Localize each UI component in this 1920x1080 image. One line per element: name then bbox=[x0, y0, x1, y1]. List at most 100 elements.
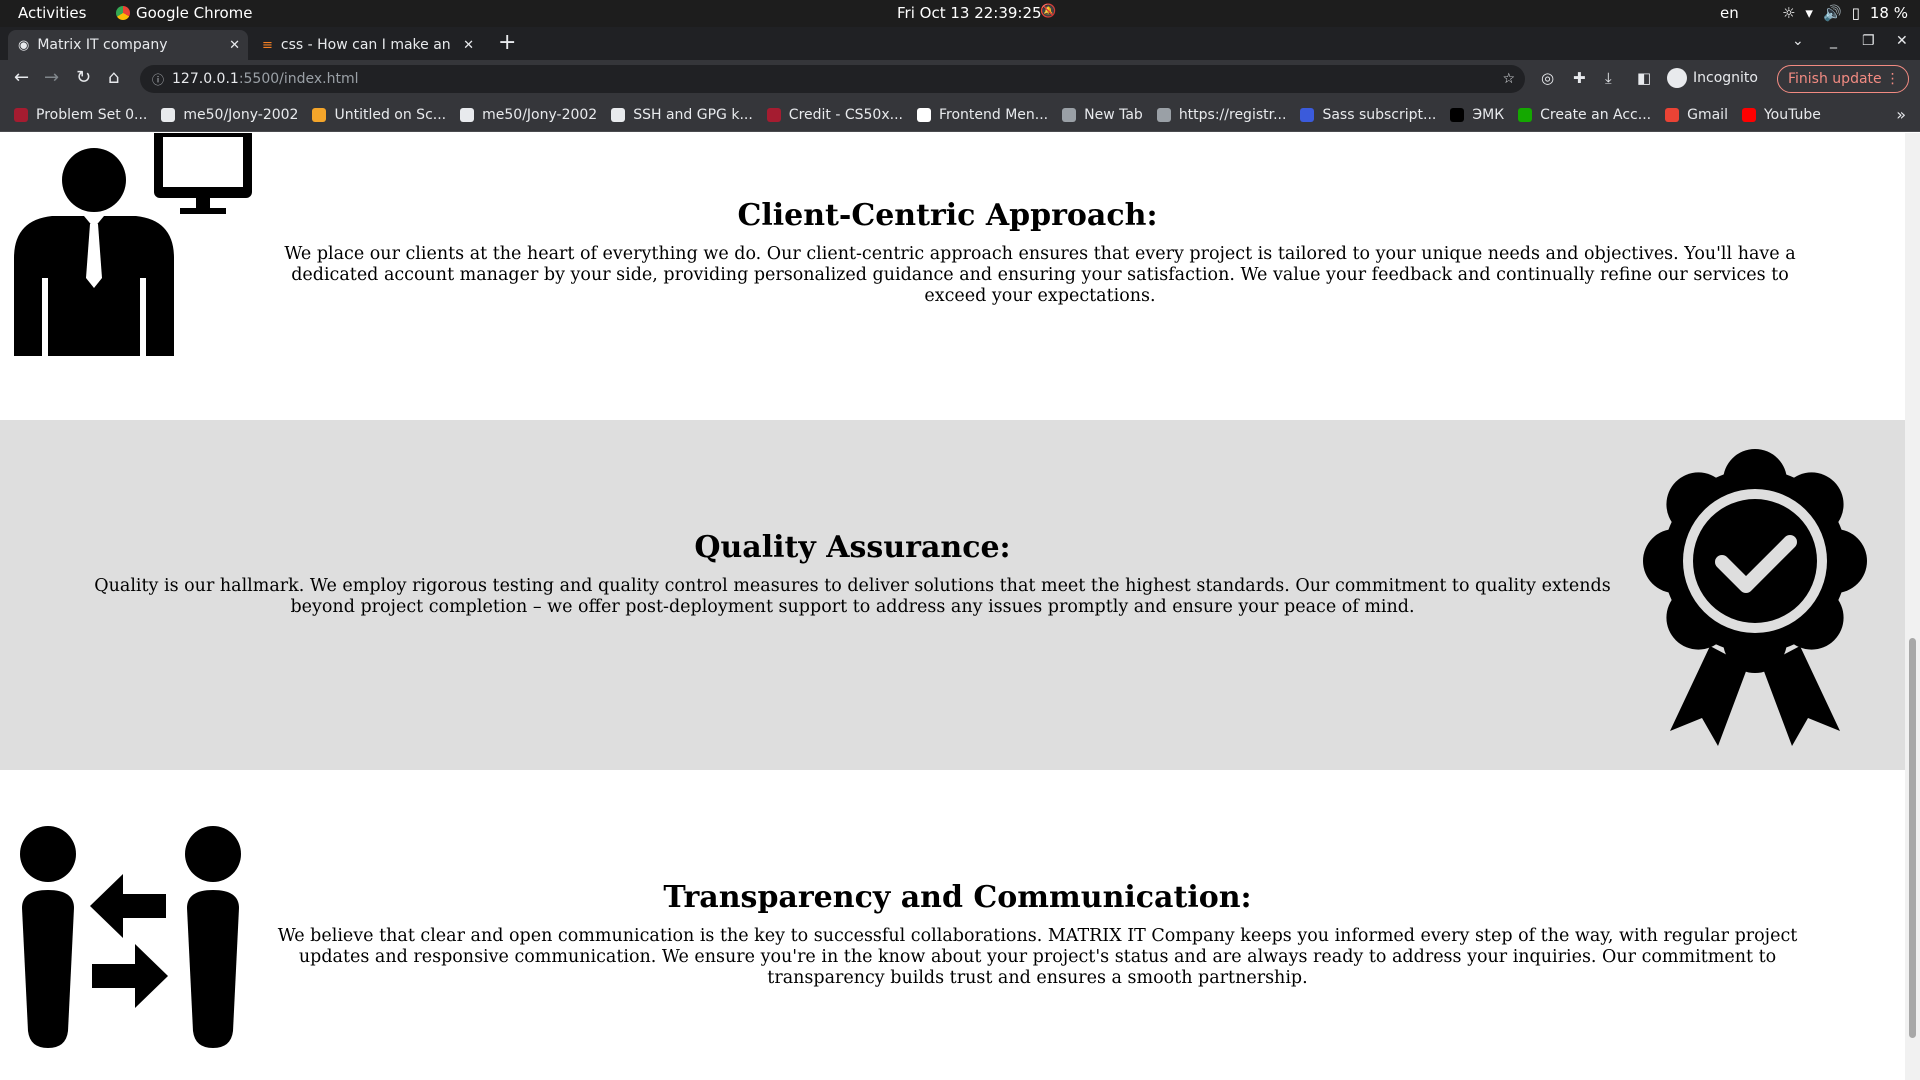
bookmark-label: me50/Jony-2002 bbox=[482, 106, 598, 123]
bookmark-favicon-icon bbox=[14, 107, 28, 122]
section-heading: Client-Centric Approach: bbox=[737, 198, 1158, 233]
finish-update-button[interactable]: Finish update ⋮ bbox=[1777, 65, 1909, 93]
battery-icon: ▯ bbox=[1851, 4, 1860, 22]
bookmark-label: https://registr... bbox=[1178, 106, 1287, 123]
bookmark-item[interactable]: ЭМК bbox=[1450, 107, 1504, 123]
profile-label: Incognito bbox=[1693, 70, 1758, 86]
bookmark-item[interactable]: SSH and GPG k... bbox=[611, 107, 753, 123]
bookmark-label: Sass subscript... bbox=[1322, 106, 1437, 123]
bookmark-favicon-icon bbox=[1062, 107, 1077, 122]
bookmark-label: Create an Acc... bbox=[1540, 106, 1652, 123]
bookmark-item[interactable]: Untitled on Sc... bbox=[312, 107, 446, 123]
bookmark-item[interactable]: Gmail bbox=[1665, 107, 1728, 123]
extensions-puzzle-icon[interactable]: ✚ bbox=[1573, 69, 1586, 87]
section-transparency: Transparency and Communication: We belie… bbox=[0, 770, 1905, 1080]
bookmark-favicon-icon bbox=[1156, 107, 1171, 122]
bookmark-label: Credit - CS50x... bbox=[788, 106, 903, 123]
reload-icon[interactable]: ↻ bbox=[76, 68, 91, 88]
scrollbar-thumb[interactable] bbox=[1909, 638, 1916, 1038]
app-name: Google Chrome bbox=[136, 4, 253, 22]
bookmark-favicon-icon bbox=[611, 107, 626, 122]
incognito-icon bbox=[1667, 68, 1687, 88]
bookmark-item[interactable]: New Tab bbox=[1062, 107, 1143, 123]
bookmark-item[interactable]: Credit - CS50x... bbox=[766, 106, 903, 123]
close-icon[interactable]: ✕ bbox=[463, 38, 474, 53]
system-top-bar: Activities Google Chrome Fri Oct 13 22:3… bbox=[0, 0, 1920, 27]
more-bookmarks-icon[interactable]: » bbox=[1896, 105, 1906, 124]
site-info-icon[interactable]: ⓘ bbox=[152, 71, 164, 88]
communication-icon bbox=[20, 826, 241, 1048]
bookmark-favicon-icon bbox=[766, 107, 781, 122]
activities-button[interactable]: Activities bbox=[18, 4, 86, 22]
bookmark-item[interactable]: Sass subscript... bbox=[1300, 107, 1436, 123]
tab-matrix[interactable]: ◉ Matrix IT company ✕ bbox=[8, 30, 248, 60]
bookmark-label: New Tab bbox=[1084, 106, 1143, 123]
notifications-muted-icon: 🔕 bbox=[1040, 4, 1057, 19]
bookmark-label: SSH and GPG k... bbox=[633, 106, 753, 123]
bookmark-label: ЭМК bbox=[1472, 106, 1505, 123]
volume-icon: 🔊 bbox=[1822, 4, 1842, 22]
system-tray[interactable]: ☼ ▾ 🔊 ▯ 18 % bbox=[1782, 4, 1908, 22]
bookmark-item[interactable]: Create an Acc... bbox=[1518, 107, 1651, 123]
brightness-icon: ☼ bbox=[1781, 4, 1796, 22]
bookmark-favicon-icon bbox=[161, 107, 176, 122]
forward-icon[interactable]: → bbox=[44, 68, 59, 88]
bookmark-item[interactable]: me50/Jony-2002 bbox=[460, 107, 597, 123]
new-tab-button[interactable]: + bbox=[498, 32, 516, 54]
bookmark-favicon-icon bbox=[1300, 107, 1315, 122]
bookmark-label: me50/Jony-2002 bbox=[183, 106, 299, 123]
back-icon[interactable]: ← bbox=[14, 68, 29, 88]
side-panel-icon[interactable]: ◧ bbox=[1637, 69, 1651, 87]
bookmark-item[interactable]: me50/Jony-2002 bbox=[161, 107, 298, 123]
bookmark-favicon-icon bbox=[1518, 107, 1533, 122]
address-bar[interactable]: ⓘ 127.0.0.1:5500/index.html ☆ bbox=[140, 65, 1525, 93]
bookmark-label: YouTube bbox=[1763, 106, 1821, 123]
clock[interactable]: Fri Oct 13 22:39:25 bbox=[897, 4, 1042, 22]
restore-icon[interactable]: ❐ bbox=[1862, 33, 1875, 49]
bookmark-item[interactable]: https://registr... bbox=[1156, 106, 1287, 123]
quality-badge-icon bbox=[1643, 449, 1867, 746]
home-icon[interactable]: ⌂ bbox=[108, 68, 119, 88]
bookmark-favicon-icon bbox=[1450, 107, 1465, 122]
app-menu[interactable]: Google Chrome bbox=[116, 4, 253, 22]
bookmark-star-icon[interactable]: ☆ bbox=[1502, 71, 1515, 87]
section-quality-assurance: Quality Assurance: Quality is our hallma… bbox=[0, 420, 1905, 770]
tab-search-icon[interactable]: ⌄ bbox=[1792, 33, 1804, 49]
bookmarks-bar: Problem Set 0... me50/Jony-2002 Untitled o… bbox=[0, 98, 1920, 132]
bookmark-favicon-icon bbox=[312, 107, 327, 122]
bookmark-item[interactable]: Problem Set 0... bbox=[14, 107, 147, 123]
bookmark-favicon-icon bbox=[1665, 107, 1680, 122]
battery-level: 18 % bbox=[1869, 4, 1908, 22]
download-icon[interactable]: ⤓ bbox=[1605, 69, 1612, 87]
bookmark-item[interactable]: YouTube bbox=[1741, 106, 1821, 123]
bookmark-favicon-icon bbox=[916, 107, 931, 122]
minimize-icon[interactable]: _ bbox=[1830, 33, 1837, 49]
url-path: :5500/index.html bbox=[238, 71, 359, 87]
tab-strip: ◉ Matrix IT company ✕ ≡ css - How can I … bbox=[0, 27, 1920, 60]
bookmark-label: Frontend Men... bbox=[938, 106, 1049, 123]
stackoverflow-icon: ≡ bbox=[262, 37, 273, 53]
section-text: Quality is our hallmark. We employ rigor… bbox=[94, 576, 1611, 617]
window-close-icon[interactable]: ✕ bbox=[1896, 33, 1908, 49]
bookmark-item[interactable]: Frontend Men... bbox=[916, 106, 1049, 123]
tab-stackoverflow[interactable]: ≡ css - How can I make an SV ✕ bbox=[252, 30, 482, 60]
section-text: We place our clients at the heart of eve… bbox=[284, 244, 1796, 306]
tab-title: Matrix IT company bbox=[37, 37, 168, 53]
tab-title: css - How can I make an SV bbox=[280, 37, 456, 53]
bookmark-label: Problem Set 0... bbox=[36, 106, 148, 123]
bookmark-favicon-icon bbox=[460, 107, 475, 122]
menu-dots-icon: ⋮ bbox=[1885, 71, 1900, 87]
page-scrollbar[interactable] bbox=[1905, 133, 1920, 1080]
globe-icon: ◉ bbox=[18, 37, 30, 53]
chrome-icon bbox=[116, 6, 130, 20]
input-language[interactable]: en bbox=[1720, 4, 1739, 22]
browser-toolbar: ← → ↻ ⌂ ⓘ 127.0.0.1:5500/index.html ☆ ◎ … bbox=[0, 60, 1920, 98]
close-icon[interactable]: ✕ bbox=[229, 38, 240, 53]
section-heading: Transparency and Communication: bbox=[663, 880, 1252, 915]
extension-icon[interactable]: ◎ bbox=[1541, 69, 1554, 87]
profile-button[interactable]: Incognito bbox=[1667, 68, 1758, 88]
client-computer-icon bbox=[14, 133, 252, 356]
bookmark-favicon-icon bbox=[1741, 107, 1756, 122]
section-heading: Quality Assurance: bbox=[694, 530, 1011, 565]
url-host: 127.0.0.1 bbox=[172, 71, 239, 87]
